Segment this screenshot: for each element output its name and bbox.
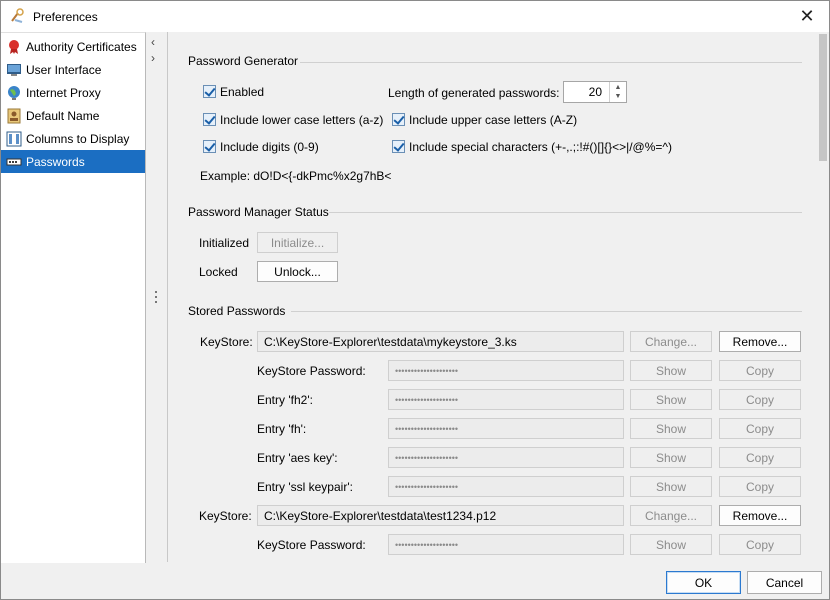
show-password-button[interactable]: Show (630, 360, 712, 381)
certificate-ribbon-icon (6, 39, 22, 55)
copy-password-button[interactable]: Copy (719, 476, 801, 497)
enabled-label: Enabled (220, 85, 265, 99)
password-length-spinner[interactable]: 20 ▲ ▼ (563, 81, 627, 103)
id-card-icon (6, 108, 22, 124)
sidebar-item-label: User Interface (26, 62, 102, 77)
splitter-handle[interactable] (155, 291, 158, 305)
show-password-button[interactable]: Show (630, 447, 712, 468)
password-length-value[interactable]: 20 (589, 85, 602, 99)
keystore-label: KeyStore: (200, 335, 253, 349)
initialized-status-label: Initialized (199, 236, 250, 250)
window-title: Preferences (33, 10, 98, 24)
masked-password-field: •••••••••••••••••••• (388, 534, 624, 555)
show-password-button[interactable]: Show (630, 534, 712, 555)
sidebar-item-default-name[interactable]: Default Name (1, 104, 145, 127)
entry-label: Entry 'aes key': (257, 451, 338, 465)
keystore-explorer-app-icon (11, 8, 24, 23)
show-password-button[interactable]: Show (630, 418, 712, 439)
scrollbar-thumb[interactable] (819, 34, 827, 161)
sidebar-item-passwords[interactable]: Passwords (1, 150, 145, 173)
copy-password-button[interactable]: Copy (719, 389, 801, 410)
entry-label: Entry 'ssl keypair': (257, 480, 353, 494)
locked-status-label: Locked (199, 265, 238, 279)
globe-icon (6, 85, 22, 101)
password-manager-status-heading: Password Manager Status (188, 205, 329, 219)
special-characters-label: Include special characters (+-,.;:!#()[]… (409, 140, 673, 154)
sidebar-item-label: Passwords (26, 154, 85, 169)
chevron-up-icon[interactable]: ▲ (610, 83, 626, 92)
keystore-path-field: C:\KeyStore-Explorer\testdata\test1234.p… (257, 505, 624, 526)
title-bar: Preferences ✕ (1, 1, 829, 32)
sidebar-item-columns-to-display[interactable]: Columns to Display (1, 127, 145, 150)
digits-label: Include digits (0-9) (220, 140, 319, 154)
sidebar-item-label: Columns to Display (26, 131, 130, 146)
show-password-button[interactable]: Show (630, 476, 712, 497)
separator (300, 62, 802, 63)
chevron-down-icon[interactable]: ▼ (610, 92, 626, 101)
copy-password-button[interactable]: Copy (719, 447, 801, 468)
stored-passwords-heading: Stored Passwords (188, 304, 286, 318)
show-password-button[interactable]: Show (630, 389, 712, 410)
unlock-button[interactable]: Unlock... (257, 261, 338, 282)
preferences-window: Preferences ✕ Authority Certificates Use… (0, 0, 830, 600)
entry-label: Entry 'fh': (257, 422, 307, 436)
masked-password-field: •••••••••••••••••••• (388, 360, 624, 381)
close-icon[interactable]: ✕ (799, 6, 814, 27)
masked-password-field: •••••••••••••••••••• (388, 476, 624, 497)
remove-keystore-button[interactable]: Remove... (719, 331, 801, 352)
collapse-left-icon[interactable]: ‹ (151, 35, 155, 49)
preferences-sidebar: Authority Certificates User Interface In… (1, 32, 146, 563)
change-keystore-button[interactable]: Change... (630, 331, 712, 352)
entry-label: KeyStore Password: (257, 364, 366, 378)
separator (291, 311, 802, 312)
remove-keystore-button[interactable]: Remove... (719, 505, 801, 526)
separator (329, 212, 802, 213)
upper-case-label: Include upper case letters (A-Z) (409, 113, 578, 127)
enabled-checkbox[interactable] (203, 85, 216, 98)
sidebar-item-label: Internet Proxy (26, 85, 101, 100)
vertical-scrollbar[interactable] (817, 32, 829, 562)
cancel-button[interactable]: Cancel (747, 571, 822, 594)
copy-password-button[interactable]: Copy (719, 418, 801, 439)
upper-case-checkbox[interactable] (392, 113, 405, 126)
sidebar-item-label: Authority Certificates (26, 39, 137, 54)
change-keystore-button[interactable]: Change... (630, 505, 712, 526)
initialize-button[interactable]: Initialize... (257, 232, 338, 253)
close-window-button[interactable]: ✕ (785, 1, 829, 32)
password-field-icon (6, 154, 22, 170)
columns-icon (6, 131, 22, 147)
lower-case-checkbox[interactable] (203, 113, 216, 126)
monitor-icon (6, 62, 22, 78)
special-characters-checkbox[interactable] (392, 140, 405, 153)
masked-password-field: •••••••••••••••••••• (388, 418, 624, 439)
entry-label: KeyStore Password: (257, 538, 366, 552)
passwords-settings-panel: Password Generator Enabled Length of gen… (167, 32, 818, 562)
sidebar-item-user-interface[interactable]: User Interface (1, 58, 145, 81)
lower-case-label: Include lower case letters (a-z) (220, 113, 384, 127)
masked-password-field: •••••••••••••••••••• (388, 389, 624, 410)
keystore-label: KeyStore: (199, 509, 252, 523)
copy-password-button[interactable]: Copy (719, 534, 801, 555)
sidebar-item-label: Default Name (26, 108, 100, 123)
sidebar-item-authority-certificates[interactable]: Authority Certificates (1, 35, 145, 58)
expand-right-icon[interactable]: › (151, 51, 155, 65)
spinner-arrows[interactable]: ▲ ▼ (609, 82, 626, 102)
digits-checkbox[interactable] (203, 140, 216, 153)
length-label: Length of generated passwords: (388, 86, 560, 100)
entry-label: Entry 'fh2': (257, 393, 313, 407)
sidebar-item-internet-proxy[interactable]: Internet Proxy (1, 81, 145, 104)
ok-button[interactable]: OK (666, 571, 741, 594)
copy-password-button[interactable]: Copy (719, 360, 801, 381)
keystore-path-field: C:\KeyStore-Explorer\testdata\mykeystore… (257, 331, 624, 352)
masked-password-field: •••••••••••••••••••• (388, 447, 624, 468)
password-generator-heading: Password Generator (188, 54, 299, 68)
example-password: Example: dO!D<{-dkPmc%x2g7hB< (200, 169, 392, 183)
